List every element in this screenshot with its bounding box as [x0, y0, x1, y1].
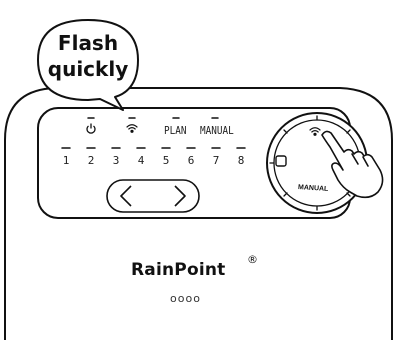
zone-number: 1	[62, 154, 70, 167]
zone-number: 5	[162, 154, 170, 167]
brand-logo: RainPoint	[131, 260, 226, 280]
zone-number: 6	[187, 154, 195, 167]
zone-number: 3	[112, 154, 120, 167]
callout-text: Flash quickly	[40, 30, 136, 82]
zone-number: 8	[237, 154, 245, 167]
bottom-indicator: oooo	[170, 292, 201, 305]
plan-label: PLAN	[164, 124, 187, 137]
callout-line-1: Flash	[57, 31, 119, 55]
manual-label: MANUAL	[200, 124, 234, 137]
registered-mark: ®	[247, 253, 258, 266]
zone-number: 4	[137, 154, 145, 167]
callout-line-2: quickly	[47, 57, 129, 81]
stop-icon	[275, 155, 287, 167]
zone-number: 2	[87, 154, 95, 167]
zone-number: 7	[212, 154, 220, 167]
